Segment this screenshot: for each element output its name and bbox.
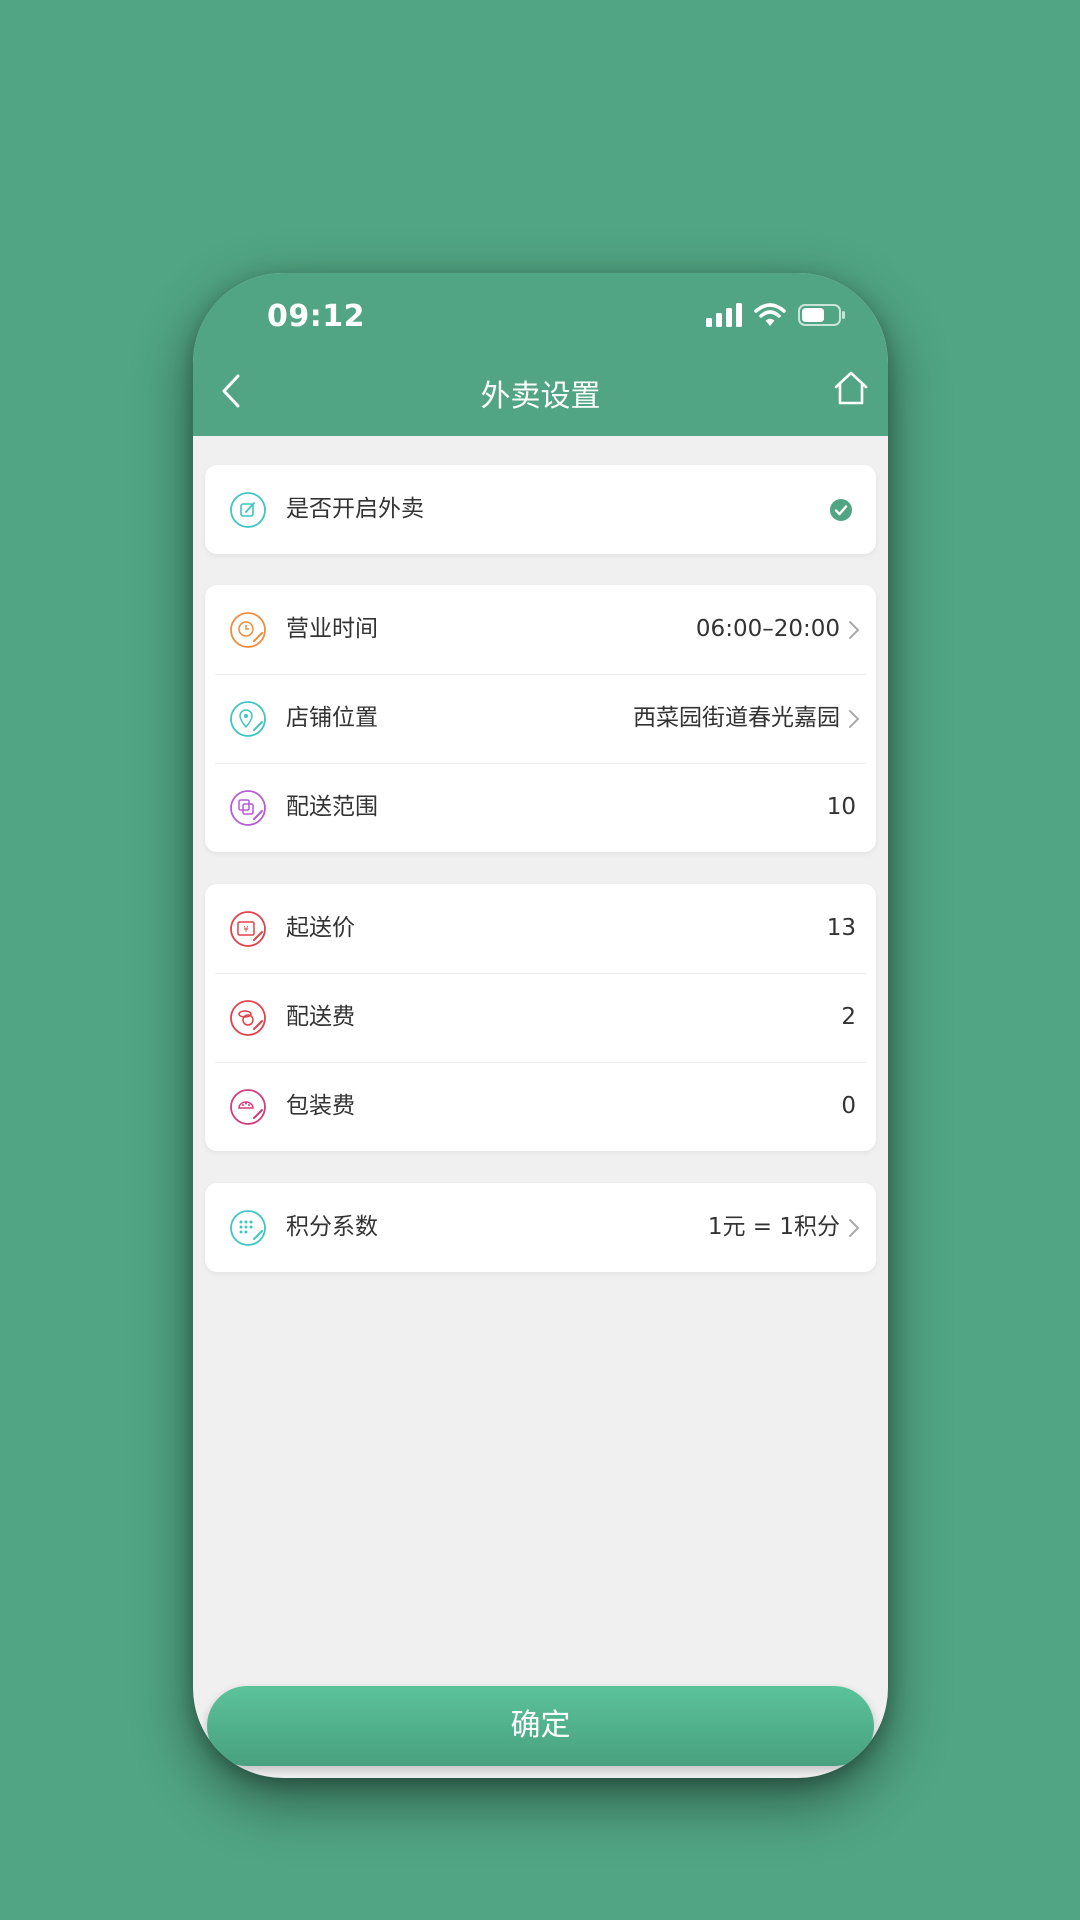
price-ticket-edit-icon: ¥ xyxy=(230,911,266,947)
edit-icon xyxy=(230,492,266,528)
store-settings-card: 营业时间 06:00–20:00 店铺位置 西菜园街道春光嘉园 配送范围 10 xyxy=(205,585,876,852)
chevron-right-icon xyxy=(849,621,860,639)
points-card: 积分系数 1元 = 1积分 xyxy=(205,1183,876,1272)
delivery-fee-edit-icon xyxy=(230,1000,266,1036)
list-item[interactable]: 营业时间 06:00–20:00 xyxy=(205,585,876,674)
list-item[interactable]: 配送范围 10 xyxy=(205,763,876,852)
packaging-fee-value: 0 xyxy=(841,1093,856,1119)
range-edit-icon xyxy=(230,790,266,826)
points-ratio-value: 1元 = 1积分 xyxy=(707,1214,840,1240)
list-item[interactable]: 包装费 0 xyxy=(205,1062,876,1151)
delivery-toggle-label: 是否开启外卖 xyxy=(286,496,424,522)
delivery-fee-value: 2 xyxy=(841,1004,856,1030)
delivery-range-label: 配送范围 xyxy=(286,794,378,820)
chevron-right-icon xyxy=(849,1219,860,1237)
battery-icon xyxy=(798,304,845,326)
points-ratio-label: 积分系数 xyxy=(286,1214,378,1240)
svg-text:¥: ¥ xyxy=(243,925,248,934)
list-item[interactable]: 店铺位置 西菜园街道春光嘉园 xyxy=(205,674,876,763)
business-hours-value: 06:00–20:00 xyxy=(695,616,840,642)
delivery-range-value: 10 xyxy=(826,794,856,820)
points-edit-icon xyxy=(230,1210,266,1246)
confirm-button[interactable]: 确定 xyxy=(207,1686,874,1766)
header-bar: 09:12 外卖设置 xyxy=(193,273,888,436)
store-location-label: 店铺位置 xyxy=(286,705,378,731)
list-item[interactable]: 配送费 2 xyxy=(205,973,876,1062)
min-order-value: 13 xyxy=(826,915,856,941)
status-time: 09:12 xyxy=(267,299,365,334)
delivery-fee-label: 配送费 xyxy=(286,1004,355,1030)
delivery-toggle-card: 是否开启外卖 xyxy=(205,465,876,554)
business-hours-label: 营业时间 xyxy=(286,616,378,642)
checkmark-circle-icon[interactable] xyxy=(830,499,852,521)
wifi-icon xyxy=(754,303,786,326)
delivery-toggle-row[interactable]: 是否开启外卖 xyxy=(205,465,876,554)
clock-edit-icon xyxy=(230,612,266,648)
list-item[interactable]: 积分系数 1元 = 1积分 xyxy=(205,1183,876,1272)
list-item[interactable]: ¥ 起送价 13 xyxy=(205,884,876,973)
home-icon xyxy=(834,371,868,405)
fee-settings-card: ¥ 起送价 13 配送费 2 包装费 0 xyxy=(205,884,876,1151)
packaging-fee-label: 包装费 xyxy=(286,1093,355,1119)
package-fee-edit-icon xyxy=(230,1089,266,1125)
location-edit-icon xyxy=(230,701,266,737)
signal-icon xyxy=(706,303,742,327)
min-order-label: 起送价 xyxy=(286,915,355,941)
home-button[interactable] xyxy=(828,365,874,411)
store-location-value: 西菜园街道春光嘉园 xyxy=(633,705,840,731)
phone-frame: 09:12 外卖设置 是否开启外卖 营业时间 06:00–20:00 店铺位置 … xyxy=(193,273,888,1778)
chevron-right-icon xyxy=(849,710,860,728)
status-icons xyxy=(706,303,846,327)
page-title: 外卖设置 xyxy=(480,379,601,414)
